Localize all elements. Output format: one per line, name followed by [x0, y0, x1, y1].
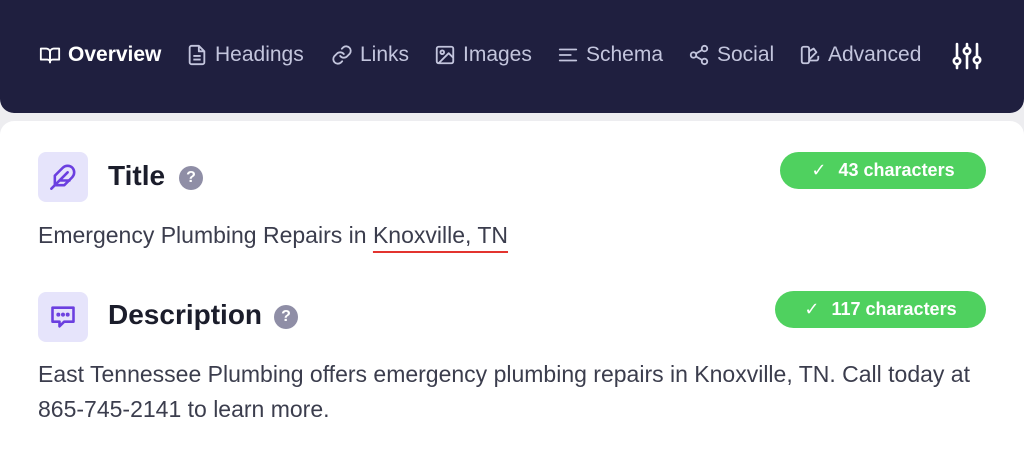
schema-lines-icon: [558, 48, 578, 62]
description-text: East Tennessee Plumbing offers emergency…: [38, 361, 970, 422]
feather-icon: [50, 164, 76, 190]
document-icon: [188, 44, 206, 66]
advanced-icon: [800, 45, 820, 65]
tab-links-label: Links: [360, 43, 410, 66]
tab-advanced-label: Advanced: [828, 43, 922, 66]
title-flagged-phrase: Knoxville, TN: [372, 222, 509, 248]
title-text: Emergency Plumbing Repairs in Knoxville,…: [38, 218, 508, 253]
title-text-main: Emergency Plumbing Repairs in: [38, 222, 373, 248]
sliders-icon: [952, 42, 982, 70]
link-icon: [332, 45, 352, 65]
tab-social-label: Social: [717, 43, 775, 66]
description-length-badge: ✓ 117 characters: [775, 291, 986, 328]
tab-overview[interactable]: Overview: [39, 40, 161, 70]
title-heading: Title: [108, 160, 166, 191]
title-section-icon: [38, 152, 88, 202]
tab-advanced[interactable]: Advanced: [799, 40, 921, 70]
chat-icon: [51, 306, 75, 328]
title-length-text: 43 characters: [838, 160, 955, 180]
check-icon: ✓: [804, 299, 820, 319]
tab-headings-label: Headings: [215, 43, 304, 66]
check-icon: ✓: [811, 160, 827, 180]
share-icon: [689, 44, 709, 66]
title-length-badge: ✓ 43 characters: [780, 152, 986, 189]
title-help-icon[interactable]: ?: [179, 166, 203, 190]
tab-schema[interactable]: Schema: [557, 40, 663, 70]
settings-sliders-button[interactable]: [952, 41, 982, 71]
seo-overview-card: Title ? ✓ 43 characters Emergency Plumbi…: [0, 121, 1024, 451]
book-open-icon: [39, 47, 61, 64]
top-nav: Overview Headings Links Images Schema So…: [0, 0, 1024, 113]
tab-links[interactable]: Links: [331, 40, 409, 70]
tab-schema-label: Schema: [586, 43, 664, 66]
image-icon: [435, 45, 455, 65]
description-length-text: 117 characters: [831, 299, 957, 319]
description-heading: Description: [108, 299, 263, 330]
tab-social[interactable]: Social: [688, 40, 774, 70]
tab-headings[interactable]: Headings: [186, 40, 304, 70]
tab-images[interactable]: Images: [434, 40, 532, 70]
tab-overview-label: Overview: [68, 43, 162, 66]
description-help-icon[interactable]: ?: [274, 305, 298, 329]
description-section-icon: [38, 292, 88, 342]
tab-images-label: Images: [463, 43, 532, 66]
